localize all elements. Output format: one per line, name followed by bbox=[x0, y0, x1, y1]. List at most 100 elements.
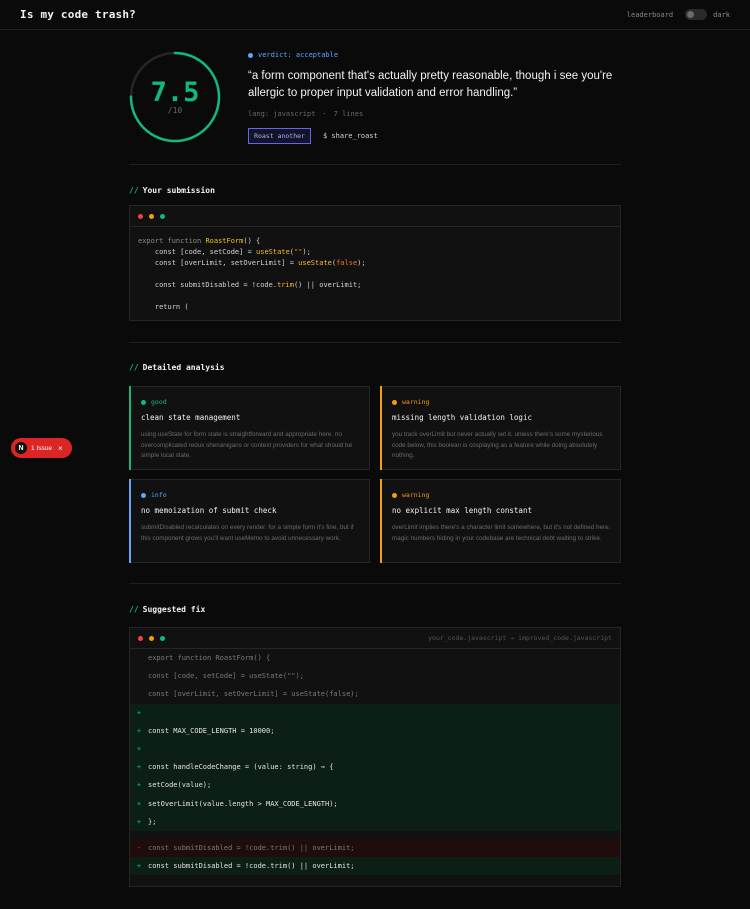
code-line: const submitDisabled = !code.trim() || o… bbox=[138, 281, 362, 289]
share-roast-button[interactable]: $ share_roast bbox=[323, 128, 378, 144]
code-token: return ( bbox=[138, 303, 189, 311]
card-tag: info bbox=[141, 491, 167, 499]
card-accent-bar bbox=[129, 479, 131, 563]
code-token: useState bbox=[298, 259, 332, 267]
code-token: ); bbox=[357, 259, 366, 267]
card-accent-bar bbox=[380, 479, 382, 563]
code-token: const [overLimit, setOverLimit] = bbox=[138, 259, 299, 267]
theme-toggle-group: dark bbox=[685, 9, 730, 20]
analysis-section-title: //Detailed analysis bbox=[129, 363, 225, 372]
card-tag-text: good bbox=[151, 398, 167, 406]
card-title: no memoization of submit check bbox=[141, 506, 277, 515]
result-hero: 7.5 /10 verdict: acceptable “a form comp… bbox=[129, 30, 621, 165]
card-tag-text: warning bbox=[402, 491, 430, 499]
roast-another-button[interactable]: Roast another bbox=[248, 128, 311, 144]
window-minimize-icon bbox=[149, 213, 154, 219]
section-divider bbox=[129, 342, 621, 343]
line-count: 7 lines bbox=[333, 110, 364, 118]
meta-separator: · bbox=[322, 110, 327, 118]
code-line: const [overLimit, setOverLimit] = useSta… bbox=[138, 259, 366, 267]
diff-code: const submitDisabled = !code.trim() || o… bbox=[148, 844, 355, 853]
verdict-dot-icon bbox=[248, 52, 253, 58]
diff-line-added: + const submitDisabled = !code.trim() || … bbox=[130, 857, 620, 876]
card-description: you track overLimit but never actually s… bbox=[392, 431, 603, 459]
fix-title-text: Suggested fix bbox=[142, 605, 206, 614]
language-label: lang: javascript bbox=[248, 110, 316, 118]
dev-issue-badge[interactable]: N 1 Issue × bbox=[11, 438, 72, 458]
score-value: 7.5 bbox=[150, 77, 200, 108]
diff-sign: + bbox=[136, 763, 142, 772]
app-title[interactable]: Is my code trash? bbox=[20, 8, 136, 21]
fix-diff-editor: your_code.javascript → improved_code.jav… bbox=[129, 627, 621, 887]
card-title: clean state management bbox=[141, 413, 241, 422]
roast-quote: “a form component that's actually pretty… bbox=[248, 70, 613, 99]
section-slash-icon: // bbox=[129, 605, 139, 614]
theme-label: dark bbox=[713, 10, 730, 19]
diff-line-removed: - const submitDisabled = !code.trim() || … bbox=[130, 839, 620, 858]
diff-line-context: const [overLimit, setOverLimit] = useSta… bbox=[130, 685, 620, 703]
window-maximize-icon bbox=[160, 213, 165, 219]
code-token: RoastForm bbox=[205, 237, 244, 245]
code-token: trim bbox=[277, 281, 294, 289]
card-tag-text: info bbox=[151, 491, 167, 499]
diff-line-added: + const MAX_CODE_LENGTH = 10000; bbox=[130, 721, 620, 740]
diff-line-context: export function RoastForm() { bbox=[130, 649, 620, 667]
severity-dot-icon bbox=[392, 492, 397, 498]
diff-code: setOverLimit(value.length > MAX_CODE_LEN… bbox=[148, 799, 338, 808]
diff-code: }; bbox=[148, 817, 157, 826]
card-title: missing length validation logic bbox=[392, 413, 532, 422]
top-navigation: Is my code trash? leaderboard dark bbox=[0, 0, 750, 30]
card-tag: warning bbox=[392, 491, 429, 499]
close-icon[interactable]: × bbox=[58, 444, 63, 453]
analysis-card: warning no explicit max length constant ov… bbox=[380, 479, 621, 563]
code-line: return ( bbox=[138, 303, 189, 311]
window-minimize-icon bbox=[149, 635, 154, 641]
analysis-title-text: Detailed analysis bbox=[142, 363, 225, 372]
window-close-icon bbox=[138, 635, 143, 641]
card-description: overLimit implies there's a character li… bbox=[392, 524, 611, 542]
card-accent-bar bbox=[129, 386, 131, 470]
code-token: () || overLimit; bbox=[293, 281, 362, 289]
code-line: export function RoastForm() { bbox=[138, 237, 260, 245]
score-denominator: /10 bbox=[167, 106, 183, 115]
diff-header: your_code.javascript → improved_code.jav… bbox=[130, 628, 620, 649]
card-accent-bar bbox=[380, 386, 382, 470]
submission-code-editor: export function RoastForm() { const [cod… bbox=[129, 205, 621, 321]
diff-code: const MAX_CODE_LENGTH = 10000; bbox=[148, 726, 275, 735]
card-tag: good bbox=[141, 398, 167, 406]
code-line: const [code, setCode] = useState(""); bbox=[138, 248, 311, 256]
card-tag: warning bbox=[392, 398, 429, 406]
editor-header bbox=[130, 206, 620, 227]
diff-line-added: + setCode(value); bbox=[130, 776, 620, 795]
section-slash-icon: // bbox=[129, 186, 139, 195]
analysis-card: warning missing length validation logic yo… bbox=[380, 386, 621, 470]
analysis-card: good clean state management using useState… bbox=[129, 386, 370, 470]
verdict-text: verdict: acceptable bbox=[258, 51, 339, 59]
window-close-icon bbox=[138, 213, 143, 219]
theme-toggle[interactable] bbox=[685, 9, 708, 20]
leaderboard-link[interactable]: leaderboard bbox=[627, 11, 673, 19]
diff-line-added: + bbox=[130, 740, 620, 759]
window-maximize-icon bbox=[160, 635, 165, 641]
diff-line-added: +}; bbox=[130, 812, 620, 831]
verdict-badge: verdict: acceptable bbox=[248, 51, 338, 59]
diff-line-added: + setOverLimit(value.length > MAX_CODE_LE… bbox=[130, 794, 620, 813]
code-token: useState bbox=[256, 248, 290, 256]
nav-right: leaderboard dark bbox=[627, 9, 730, 20]
diff-code: setCode(value); bbox=[148, 781, 212, 790]
section-divider bbox=[129, 583, 621, 584]
diff-file-label: your_code.javascript → improved_code.jav… bbox=[428, 634, 612, 642]
diff-sign: - bbox=[136, 844, 142, 853]
main-content: 7.5 /10 verdict: acceptable “a form comp… bbox=[129, 30, 621, 887]
card-description: using useState for form state is straigh… bbox=[141, 431, 353, 459]
diff-sign: + bbox=[136, 781, 142, 790]
diff-sign: + bbox=[136, 726, 142, 735]
severity-dot-icon bbox=[392, 399, 397, 405]
severity-dot-icon bbox=[141, 492, 146, 498]
fix-section-title: //Suggested fix bbox=[129, 605, 205, 614]
analysis-card: info no memoization of submit check submit… bbox=[129, 479, 370, 563]
submission-title-text: Your submission bbox=[142, 186, 215, 195]
code-token: () { bbox=[243, 237, 261, 245]
code-token: false bbox=[336, 259, 358, 267]
diff-line-added: + bbox=[130, 703, 620, 722]
